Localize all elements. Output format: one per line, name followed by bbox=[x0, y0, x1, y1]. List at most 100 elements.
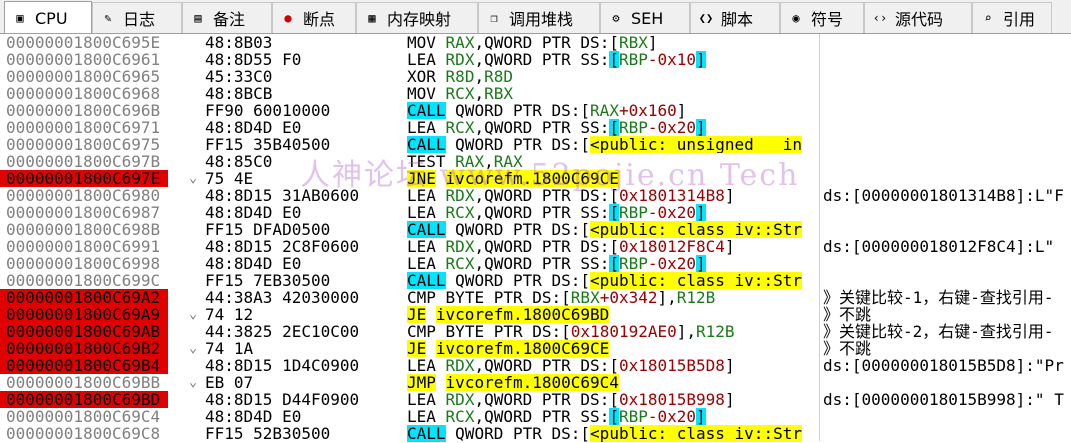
operand: DS: bbox=[551, 425, 581, 442]
disasm-row[interactable]: 00000001800C69BD 48:8D15 D44F0900 LEA RDX,… bbox=[0, 391, 1071, 408]
operand: +0x160 bbox=[618, 102, 677, 119]
address-breakpoint[interactable]: 00000001800C69A9 bbox=[0, 306, 168, 323]
comment[interactable]: ds:[000000018012F8C4]:L" bbox=[823, 238, 1071, 255]
instruction[interactable]: LEA RCX,QWORD PTR SS:[RBP-0x20] bbox=[407, 255, 820, 272]
operand: BYTE PTR bbox=[445, 323, 533, 340]
tab-source[interactable]: ‹› 源代码 bbox=[864, 2, 972, 33]
comment[interactable]: 》不跳 bbox=[823, 340, 1071, 357]
address[interactable]: 00000001800C6998 bbox=[0, 255, 168, 272]
address[interactable]: 00000001800C698B bbox=[0, 221, 168, 238]
instruction[interactable]: JE ivcorefm.1800C69CE bbox=[407, 340, 820, 357]
operand: RDX bbox=[445, 51, 475, 68]
address[interactable]: 00000001800C696B bbox=[0, 102, 168, 119]
instruction[interactable]: CMP BYTE PTR DS:[0x180192AE0],R12B bbox=[407, 323, 820, 340]
tab-cpu[interactable]: ▣ CPU bbox=[4, 1, 92, 33]
address[interactable]: 00000001800C6975 bbox=[0, 136, 168, 153]
tab-label: CPU bbox=[35, 8, 68, 28]
disasm-row[interactable]: 00000001800C696B FF90 60010000 CALL QWORD … bbox=[0, 102, 1071, 119]
operand: RBP bbox=[618, 204, 648, 221]
instruction[interactable]: CALL QWORD PTR DS:[<public: class iv::St… bbox=[407, 272, 820, 289]
disasm-row[interactable]: 00000001800C69AB 44:3825 2EC10C00 CMP BYTE… bbox=[0, 323, 1071, 340]
instruction[interactable]: LEA RDX,QWORD PTR SS:[RBP-0x10] bbox=[407, 51, 820, 68]
disasm-row[interactable]: 00000001800C69C4 48:8D4D E0 LEA RCX,QWORD … bbox=[0, 408, 1071, 425]
disasm-row[interactable]: 00000001800C6998 48:8D4D E0 LEA RCX,QWORD … bbox=[0, 255, 1071, 272]
instruction[interactable]: LEA RCX,QWORD PTR SS:[RBP-0x20] bbox=[407, 204, 820, 221]
operand: [ bbox=[609, 408, 619, 425]
disasm-row[interactable]: 00000001800C699C FF15 7EB30500 CALL QWORD … bbox=[0, 272, 1071, 289]
tab-seh[interactable]: ⚙ SEH bbox=[600, 2, 690, 33]
instruction[interactable]: JE ivcorefm.1800C69BD bbox=[407, 306, 820, 323]
address-breakpoint[interactable]: 00000001800C69AB bbox=[0, 323, 168, 340]
instruction[interactable]: JMP ivcorefm.1800C69C4 bbox=[407, 374, 820, 391]
address[interactable]: 00000001800C69C4 bbox=[0, 408, 168, 425]
comment[interactable]: ds:[00000001801314B8]:L"F bbox=[823, 187, 1071, 204]
address-breakpoint[interactable]: 00000001800C69BD bbox=[0, 391, 168, 408]
disasm-row[interactable]: 00000001800C69A2 44:38A3 42030000 CMP BYTE… bbox=[0, 289, 1071, 306]
comment[interactable]: 》关键比较-2，右键-查找引用- bbox=[823, 323, 1071, 340]
address[interactable]: 00000001800C697B bbox=[0, 153, 168, 170]
address[interactable]: 00000001800C6980 bbox=[0, 187, 168, 204]
jump-arrow-icon: ⌄ bbox=[189, 341, 197, 356]
instruction[interactable]: MOV RCX,RBX bbox=[407, 85, 820, 102]
disasm-row[interactable]: 00000001800C695E 48:8B03 MOV RAX,QWORD PTR… bbox=[0, 34, 1071, 51]
mnemonic: MOV bbox=[407, 85, 436, 102]
comment[interactable]: ds:[000000018015B998]:" T bbox=[823, 391, 1071, 408]
disassembly-view[interactable]: 00000001800C695E 48:8B03 MOV RAX,QWORD PTR… bbox=[0, 34, 1071, 442]
address-breakpoint[interactable]: 00000001800C69B2 bbox=[0, 340, 168, 357]
address-breakpoint[interactable]: 00000001800C697E bbox=[0, 170, 168, 187]
instruction[interactable]: LEA RDX,QWORD PTR DS:[0x18015B998] bbox=[407, 391, 820, 408]
address[interactable]: 00000001800C6971 bbox=[0, 119, 168, 136]
disasm-row[interactable]: 00000001800C6965 45:33C0 XOR R8D,R8D bbox=[0, 68, 1071, 85]
disasm-row[interactable]: 00000001800C6971 48:8D4D E0 LEA RCX,QWORD … bbox=[0, 119, 1071, 136]
disasm-row[interactable]: 00000001800C6961 48:8D55 F0 LEA RDX,QWORD … bbox=[0, 51, 1071, 68]
address[interactable]: 00000001800C69C8 bbox=[0, 425, 168, 442]
operand: RBX bbox=[570, 289, 600, 306]
address-breakpoint[interactable]: 00000001800C69A2 bbox=[0, 289, 168, 306]
comment[interactable]: 》不跳 bbox=[823, 306, 1071, 323]
disasm-row[interactable]: 00000001800C6968 48:8BCB MOV RCX,RBX bbox=[0, 85, 1071, 102]
address[interactable]: 00000001800C695E bbox=[0, 34, 168, 51]
address[interactable]: 00000001800C6968 bbox=[0, 85, 168, 102]
mnemonic: LEA bbox=[407, 408, 436, 425]
tab-notes[interactable]: ▤ 备注 bbox=[182, 2, 272, 33]
instruction[interactable]: LEA RCX,QWORD PTR SS:[RBP-0x20] bbox=[407, 119, 820, 136]
address-breakpoint[interactable]: 00000001800C69B4 bbox=[0, 357, 168, 374]
tab-script[interactable]: ❮❯ 脚本 bbox=[690, 2, 780, 33]
instruction[interactable]: LEA RDX,QWORD PTR DS:[0x18015B5D8] bbox=[407, 357, 820, 374]
tab-log[interactable]: ✎ 日志 bbox=[92, 2, 182, 33]
instruction[interactable]: CALL QWORD PTR DS:[<public: class iv::St… bbox=[407, 221, 820, 238]
address[interactable]: 00000001800C699C bbox=[0, 272, 168, 289]
address[interactable]: 00000001800C6961 bbox=[0, 51, 168, 68]
disasm-row[interactable]: 00000001800C69BB ⌄ EB 07 JMP ivcorefm.1800C… bbox=[0, 374, 1071, 391]
disasm-row[interactable]: 00000001800C6987 48:8D4D E0 LEA RCX,QWORD … bbox=[0, 204, 1071, 221]
comment[interactable]: 》关键比较-1，右键-查找引用- bbox=[823, 289, 1071, 306]
instruction[interactable]: MOV RAX,QWORD PTR DS:[RBX] bbox=[407, 34, 820, 51]
operand: -0x20 bbox=[647, 255, 697, 272]
address[interactable]: 00000001800C6991 bbox=[0, 238, 168, 255]
operand: R12B bbox=[696, 323, 735, 340]
instruction[interactable]: CALL QWORD PTR DS:[RAX+0x160] bbox=[407, 102, 820, 119]
disasm-row[interactable]: 00000001800C69A9 ⌄ 74 12 JE ivcorefm.1800C6… bbox=[0, 306, 1071, 323]
disasm-row[interactable]: 00000001800C6991 48:8D15 2C8F0600 LEA RDX,… bbox=[0, 238, 1071, 255]
address[interactable]: 00000001800C6965 bbox=[0, 68, 168, 85]
tab-references[interactable]: ⌕ 引用 bbox=[972, 2, 1052, 33]
comment[interactable]: ds:[000000018015B5D8]:"Pr bbox=[823, 357, 1071, 374]
instruction[interactable]: CMP BYTE PTR DS:[RBX+0x342],R12B bbox=[407, 289, 820, 306]
tab-call-stack[interactable]: ❐ 调用堆栈 bbox=[478, 2, 600, 33]
disasm-row[interactable]: 00000001800C69B2 ⌄ 74 1A JE ivcorefm.1800C6… bbox=[0, 340, 1071, 357]
disasm-row[interactable]: 00000001800C69C8 FF15 52B30500 CALL QWORD … bbox=[0, 425, 1071, 442]
address[interactable]: 00000001800C69BB bbox=[0, 374, 168, 391]
instruction[interactable]: LEA RDX,QWORD PTR DS:[0x18012F8C4] bbox=[407, 238, 820, 255]
tab-memory-map[interactable]: ▦ 内存映射 bbox=[356, 2, 478, 33]
instruction[interactable]: LEA RCX,QWORD PTR SS:[RBP-0x20] bbox=[407, 408, 820, 425]
instruction[interactable]: CALL QWORD PTR DS:[<public: class iv::St… bbox=[407, 425, 820, 442]
mnemonic: LEA bbox=[407, 391, 436, 408]
instruction[interactable]: XOR R8D,R8D bbox=[407, 68, 820, 85]
opcode-bytes: 75 4E bbox=[205, 169, 254, 188]
disasm-row[interactable]: 00000001800C698B FF15 DFAD0500 CALL QWORD … bbox=[0, 221, 1071, 238]
tab-symbols[interactable]: ◉ 符号 bbox=[780, 2, 864, 33]
disasm-row[interactable]: 00000001800C69B4 48:8D15 1D4C0900 LEA RDX,… bbox=[0, 357, 1071, 374]
tab-breakpoint[interactable]: ● 断点 bbox=[272, 2, 356, 33]
operand: , bbox=[474, 34, 485, 51]
address[interactable]: 00000001800C6987 bbox=[0, 204, 168, 221]
